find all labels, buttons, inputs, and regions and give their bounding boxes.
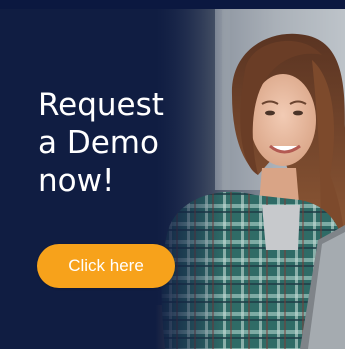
headline-line-1: Request — [38, 87, 164, 123]
top-edge-strip — [0, 0, 345, 9]
headline-line-3: now! — [38, 163, 115, 199]
headline-line-2: a Demo — [38, 125, 159, 161]
click-here-button[interactable]: Click here — [37, 244, 175, 288]
request-demo-banner[interactable]: Request a Demo now! Click here — [0, 0, 345, 349]
banner-headline: Request a Demo now! — [38, 86, 164, 200]
